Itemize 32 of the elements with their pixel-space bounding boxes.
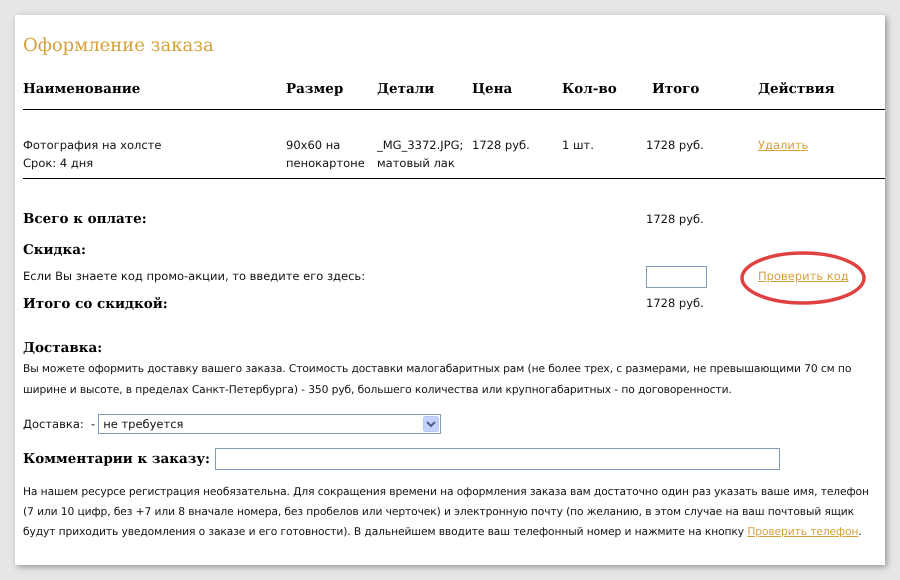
- column-header: Размер: [286, 81, 344, 97]
- table-cell: 1728 руб.: [472, 138, 530, 152]
- promo-text: Если Вы знаете код промо-акции, то введите его здесь:: [23, 269, 366, 284]
- table-cell: 1 шт.: [562, 138, 594, 152]
- table-cell-text: 90x60 на пенокартоне: [286, 137, 366, 172]
- comments-label: Комментарии к заказу:: [23, 450, 210, 470]
- delete-link[interactable]: Удалить: [758, 138, 808, 152]
- total-value: 1728 руб.: [646, 212, 704, 226]
- delivery-select[interactable]: не требуется: [98, 414, 442, 434]
- table-cell: 1728 руб.: [646, 138, 704, 152]
- column-header: Детали: [377, 81, 434, 97]
- delivery-text: Вы можете оформить доставку вашего заказа. Стоимость доставки малогабаритных рам (не более трех, с размерами, не превышающими 70 см по ширине и высоте, в пределах Санкт-Петербурга) - 350 руб, большего количества или крупногабаритных - по договоренности.: [23, 361, 852, 398]
- final-total-label: Итого со скидкой:: [23, 296, 168, 312]
- table-cell-text: _MG_3372.JPG; матовый лак: [377, 137, 464, 172]
- column-header: Кол-во: [562, 81, 617, 97]
- final-total-value: 1728 руб.: [646, 296, 704, 310]
- comments-field[interactable]: [215, 448, 780, 470]
- check-phone-link[interactable]: Проверить телефон: [747, 525, 858, 538]
- column-header: Итого: [652, 81, 700, 97]
- column-header: Цена: [472, 81, 512, 97]
- promo-code-field[interactable]: [646, 266, 707, 288]
- page-title: Оформление заказа: [23, 37, 214, 55]
- total-label: Всего к оплате:: [23, 211, 147, 228]
- column-header: Действия: [758, 81, 835, 97]
- discount-label: Скидка:: [23, 242, 86, 258]
- dropdown-icon: [423, 416, 440, 432]
- registration-note: На нашем ресурсе регистрация необязательна. Для сокращения времени на оформления заказа вам достаточно один раз указать ваше имя, телефон (7 или 10 цифр, без +7 или 8 вначале номера, без пробелов или черточек) и электронную почту (по желанию, в этом случае на ваш почтовый ящик будут приходить уведомления о заказе и его готовности). В дальнейшем вводите ваш телефонный номер и нажмите на кнопку Проверить телефон.: [23, 484, 870, 540]
- delivery-heading: Доставка:: [23, 340, 102, 356]
- column-header: Наименование: [23, 81, 140, 97]
- table-cell-text: Фотография на холсте Срок: 4 дня: [23, 137, 162, 172]
- check-code-link[interactable]: Проверить код: [758, 269, 849, 284]
- delivery-label: Доставка: -: [23, 416, 96, 433]
